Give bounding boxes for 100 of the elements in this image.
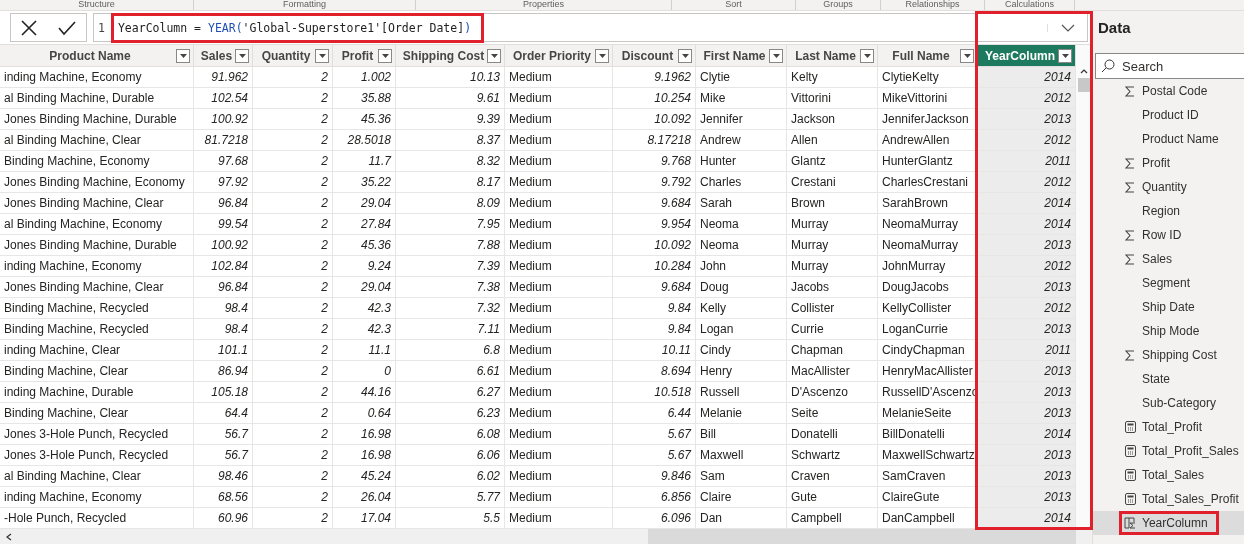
column-header[interactable]: Profit <box>333 45 396 66</box>
table-cell: Dan <box>696 508 787 529</box>
filter-dropdown-button[interactable] <box>860 48 874 63</box>
field-item[interactable]: Product Name <box>1093 127 1244 151</box>
table-cell: 2013 <box>978 445 1076 466</box>
ribbon-group-label: Relationships <box>881 0 985 10</box>
field-item[interactable]: Ship Date <box>1093 295 1244 319</box>
table-cell: Kelty <box>787 67 878 88</box>
table-cell: inding Machine, Durable <box>0 382 194 403</box>
table-cell: 2013 <box>978 277 1076 298</box>
table-cell: 68.56 <box>194 487 253 508</box>
cancel-icon[interactable] <box>20 18 39 37</box>
filter-dropdown-button[interactable] <box>487 48 501 63</box>
field-item[interactable]: Row ID <box>1093 223 1244 247</box>
field-item[interactable]: Postal Code <box>1093 79 1244 103</box>
table-cell: Murray <box>787 256 878 277</box>
table-cell: 45.24 <box>333 466 396 487</box>
chevron-up-icon[interactable] <box>1080 69 1088 74</box>
table-cell: 29.04 <box>333 193 396 214</box>
field-item[interactable]: Region <box>1093 199 1244 223</box>
table-cell: Binding Machine, Economy <box>0 151 194 172</box>
field-item[interactable]: Total_Profit_Sales <box>1093 439 1244 463</box>
table-cell: Sam <box>696 466 787 487</box>
filter-dropdown-button[interactable] <box>378 48 392 63</box>
table-cell: 8.37 <box>396 130 505 151</box>
table-cell: 10.092 <box>613 235 696 256</box>
field-item[interactable]: Total_Profit <box>1093 415 1244 439</box>
filter-dropdown-button[interactable] <box>176 48 190 63</box>
column-header[interactable]: Order Priority <box>505 45 613 66</box>
table-cell: Jennifer <box>696 109 787 130</box>
table-cell: 10.254 <box>613 88 696 109</box>
filter-dropdown-button[interactable] <box>235 48 249 63</box>
table-cell: Gute <box>787 487 878 508</box>
column-header[interactable]: Quantity <box>253 45 333 66</box>
field-item[interactable]: Sales <box>1093 247 1244 271</box>
column-header[interactable]: First Name <box>696 45 787 66</box>
table-cell: Russell <box>696 382 787 403</box>
chevron-left-icon[interactable] <box>6 532 12 541</box>
field-item[interactable]: Segment <box>1093 271 1244 295</box>
field-item[interactable]: Quantity <box>1093 175 1244 199</box>
filter-dropdown-button[interactable] <box>595 48 609 63</box>
table-cell: Medium <box>505 508 613 529</box>
table-cell: 56.7 <box>194 424 253 445</box>
table-cell: 2013 <box>978 382 1076 403</box>
field-item[interactable]: Total_Sales <box>1093 463 1244 487</box>
table-cell: 102.54 <box>194 88 253 109</box>
table-cell: 2014 <box>978 214 1076 235</box>
field-item[interactable]: Product ID <box>1093 103 1244 127</box>
filter-dropdown-button[interactable] <box>678 48 692 63</box>
table-cell: 2 <box>253 256 333 277</box>
field-item[interactable]: Total_Sales_Profit <box>1093 487 1244 511</box>
table-cell: Medium <box>505 487 613 508</box>
table-cell: 9.684 <box>613 193 696 214</box>
filter-dropdown-button[interactable] <box>960 48 974 63</box>
table-cell: 45.36 <box>333 235 396 256</box>
table-cell: Glantz <box>787 151 878 172</box>
column-header[interactable]: Discount <box>613 45 696 66</box>
table-cell: 2014 <box>978 424 1076 445</box>
table-cell: Medium <box>505 172 613 193</box>
field-item[interactable]: State <box>1093 367 1244 391</box>
column-header[interactable]: Full Name <box>878 45 978 66</box>
triangle-down-icon <box>681 53 689 58</box>
field-item[interactable]: Profit <box>1093 151 1244 175</box>
table-cell: 7.11 <box>396 319 505 340</box>
table-cell: Binding Machine, Clear <box>0 403 194 424</box>
table-cell: Medium <box>505 361 613 382</box>
table-cell: Jones 3-Hole Punch, Recycled <box>0 445 194 466</box>
table-cell: 2012 <box>978 172 1076 193</box>
table-cell: Binding Machine, Recycled <box>0 298 194 319</box>
table-cell: 2 <box>253 298 333 319</box>
table-cell: 105.18 <box>194 382 253 403</box>
column-header[interactable]: Product Name <box>0 45 194 66</box>
table-cell: 2 <box>253 277 333 298</box>
table-cell: Andrew <box>696 130 787 151</box>
table-cell: 96.84 <box>194 277 253 298</box>
scrollbar-thumb[interactable] <box>1078 78 1090 92</box>
field-item[interactable]: YearColumn <box>1093 511 1244 535</box>
table-cell: 100.92 <box>194 109 253 130</box>
column-header[interactable]: Shipping Cost <box>396 45 505 66</box>
table-cell: Mike <box>696 88 787 109</box>
table-cell: 10.518 <box>613 382 696 403</box>
column-header[interactable]: Last Name <box>787 45 878 66</box>
field-item[interactable]: Sub-Category <box>1093 391 1244 415</box>
sigma-icon <box>1125 157 1135 169</box>
check-icon[interactable] <box>56 19 77 36</box>
table-cell: 11.1 <box>333 340 396 361</box>
field-item[interactable]: Shipping Cost <box>1093 343 1244 367</box>
filter-dropdown-button[interactable] <box>315 48 329 63</box>
table-cell: 2 <box>253 382 333 403</box>
table-cell: 9.61 <box>396 88 505 109</box>
filter-dropdown-button[interactable] <box>1058 48 1072 63</box>
field-item[interactable]: Ship Mode <box>1093 319 1244 343</box>
column-header[interactable]: Sales <box>194 45 253 66</box>
search-field[interactable]: Search <box>1095 53 1244 79</box>
column-header[interactable]: YearColumn <box>978 45 1076 66</box>
filter-dropdown-button[interactable] <box>769 48 783 63</box>
table-cell: Medium <box>505 130 613 151</box>
formula-field[interactable]: 1 YearColumn = YEAR('Global-Superstore1'[Order Date]) <box>93 13 1088 42</box>
table-cell: 42.3 <box>333 319 396 340</box>
line-number: 1 <box>98 20 105 35</box>
